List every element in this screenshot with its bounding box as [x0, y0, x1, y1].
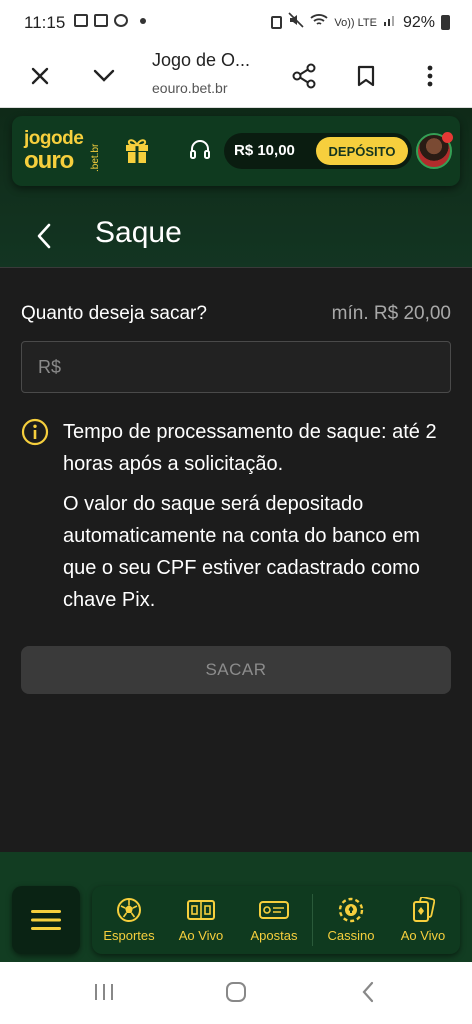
page-title: Saque: [95, 216, 182, 249]
nav-label: Apostas: [250, 928, 298, 943]
nav-item-ao-vivo-cassino[interactable]: Ao Vivo: [388, 886, 458, 954]
signal-icon: [383, 13, 397, 32]
minimum-amount-label: mín. R$ 20,00: [331, 303, 451, 324]
volte-indicator: Vo)) LTE: [334, 16, 377, 29]
amount-question-label: Quanto deseja sacar?: [21, 303, 207, 324]
chevron-down-icon: [93, 69, 115, 82]
nav-separator: [312, 894, 313, 946]
menu-button[interactable]: [12, 886, 80, 954]
close-tab-button[interactable]: [20, 56, 60, 96]
mute-icon: [288, 12, 304, 33]
scoreboard-icon: [187, 897, 215, 923]
info-icon: [21, 418, 49, 451]
notification-icons: [74, 14, 146, 27]
bottom-nav: Esportes Ao Vivo Apostas Cassino Ao Vivo: [92, 886, 460, 954]
logo-text-bottom: ouro: [24, 147, 74, 174]
system-navigation-bar: [0, 962, 472, 1024]
promotions-button[interactable]: [124, 136, 150, 169]
battery-percent: 92%: [402, 13, 435, 31]
share-button[interactable]: [284, 56, 324, 96]
logo-suffix: .bet.br: [90, 143, 101, 172]
saver-icon: [271, 16, 283, 29]
balance-amount: R$ 10,00: [234, 142, 295, 159]
browser-page-title: Jogo de O...: [152, 50, 251, 70]
wifi-icon: [310, 13, 328, 32]
system-back-button[interactable]: [360, 980, 376, 1009]
headset-icon: [190, 140, 210, 159]
close-icon: [31, 67, 49, 85]
home-icon: [226, 982, 246, 1002]
gift-icon: [126, 139, 148, 163]
browser-toolbar: Jogo de O... eouro.bet.br: [0, 44, 472, 108]
nav-label: Ao Vivo: [400, 928, 446, 943]
brand-logo[interactable]: jogode ouro .bet.br: [24, 128, 104, 174]
nav-item-ao-vivo[interactable]: Ao Vivo: [166, 886, 236, 954]
nav-label: Ao Vivo: [178, 928, 224, 943]
deposit-button[interactable]: DEPÓSITO: [316, 137, 408, 165]
nav-item-cassino[interactable]: Cassino: [316, 886, 386, 954]
facebook-notification-icon: [114, 14, 128, 27]
nav-label: Esportes: [103, 928, 155, 943]
notification-badge: [442, 132, 453, 143]
chevron-left-icon: [37, 223, 51, 249]
gmail-notification-icon: [94, 14, 108, 27]
nav-item-esportes[interactable]: Esportes: [94, 886, 164, 954]
playing-cards-icon: [411, 897, 435, 923]
bookmark-icon: [357, 65, 375, 87]
soccer-ball-icon: [116, 897, 142, 923]
browser-url[interactable]: eouro.bet.br: [152, 80, 228, 96]
hamburger-menu-icon: [31, 910, 61, 930]
nav-item-apostas[interactable]: Apostas: [238, 886, 310, 954]
recent-apps-button[interactable]: [92, 980, 116, 1009]
casino-chip-icon: [338, 897, 364, 923]
status-time: 11:15: [24, 13, 66, 32]
withdraw-amount-input[interactable]: [21, 341, 451, 393]
app-header: jogode ouro .bet.br R$ 10,00 DEPÓSITO: [12, 116, 460, 186]
nav-label: Cassino: [327, 928, 375, 943]
pix-deposit-text: O valor do saque será depositado automat…: [63, 493, 420, 611]
share-icon: [292, 63, 316, 89]
more-vertical-icon: [427, 65, 433, 87]
processing-time-text: Tempo de processamento de saque: até 2 h…: [63, 421, 437, 475]
status-bar: 11:15 Vo)) LTE 92%: [0, 0, 472, 44]
gallery-notification-icon: [74, 14, 88, 27]
bookmark-button[interactable]: [346, 56, 386, 96]
system-status-icons: Vo)) LTE 92%: [271, 12, 450, 33]
support-button[interactable]: [188, 138, 212, 167]
ticket-icon: [259, 897, 289, 923]
home-button[interactable]: [224, 980, 248, 1009]
recent-apps-icon: [95, 984, 113, 1000]
back-button[interactable]: [34, 222, 54, 255]
withdraw-submit-button[interactable]: SACAR: [21, 646, 451, 694]
more-notifications-icon: [140, 17, 146, 24]
minimize-button[interactable]: [84, 56, 124, 96]
title-divider: [0, 267, 472, 268]
back-arrow-icon: [362, 981, 374, 1003]
more-options-button[interactable]: [410, 56, 450, 96]
avatar[interactable]: [416, 132, 453, 169]
battery-icon: [441, 15, 450, 30]
balance-pill: R$ 10,00 DEPÓSITO: [224, 133, 412, 169]
